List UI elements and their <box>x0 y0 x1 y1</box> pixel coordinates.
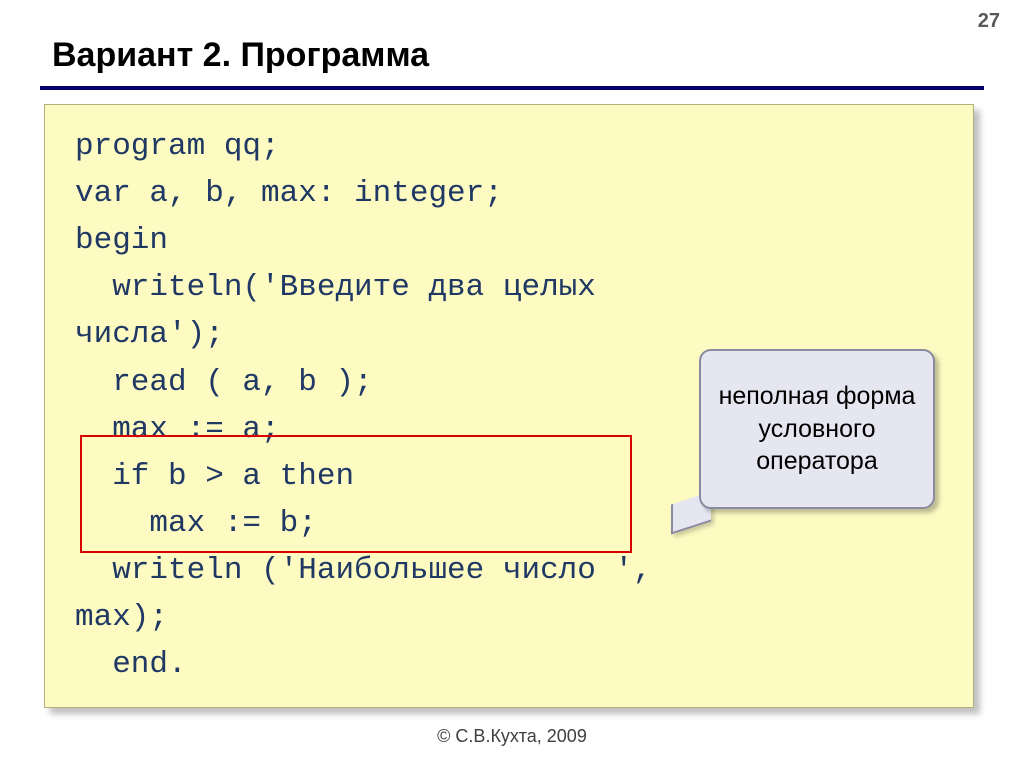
title-divider <box>40 86 984 90</box>
footer-copyright: © С.В.Кухта, 2009 <box>0 726 1024 747</box>
page-number: 27 <box>978 10 1000 33</box>
highlight-frame <box>80 435 632 553</box>
callout-bubble: неполная форма условного оператора <box>699 349 935 509</box>
slide-title: Вариант 2. Программа <box>52 36 429 75</box>
callout-text: неполная форма условного оператора <box>705 380 929 478</box>
slide: 27 Вариант 2. Программа program qq; var … <box>0 0 1024 768</box>
